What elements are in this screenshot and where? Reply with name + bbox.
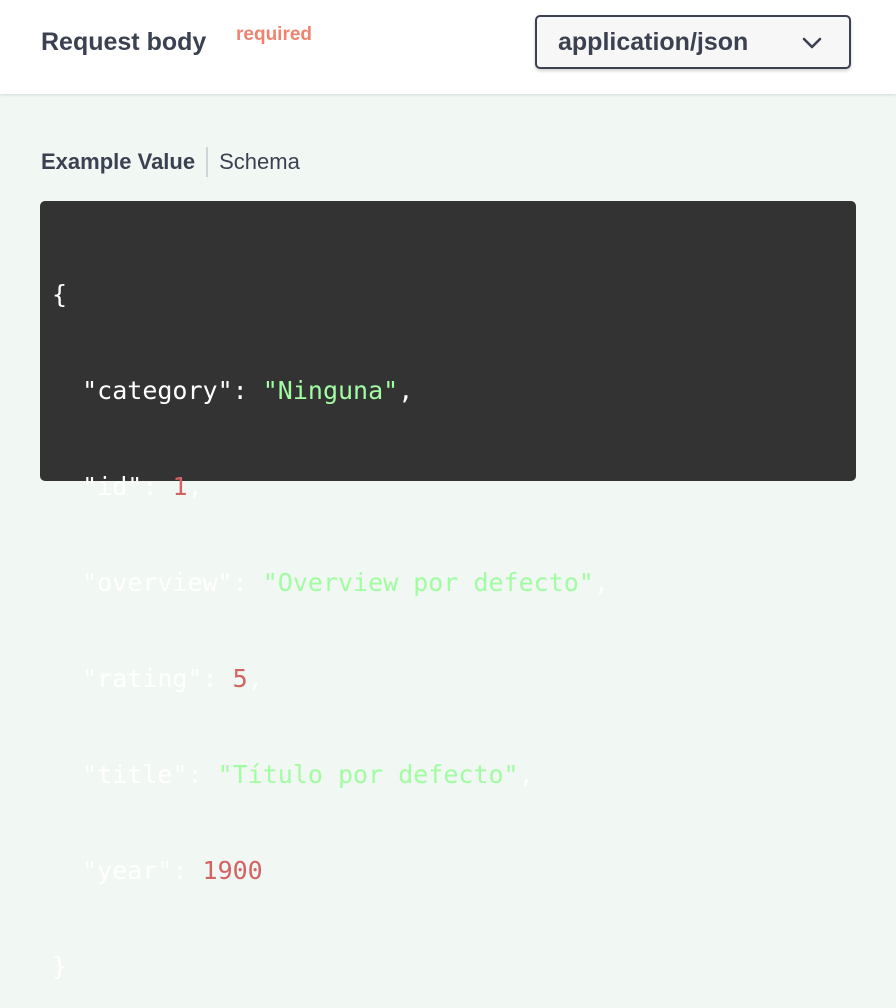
close-brace: } [52,952,68,981]
json-key: "year" [82,856,173,885]
request-body-title: Request body [41,28,207,56]
code-line-title: "title": "Título por defecto", [82,760,534,789]
json-key: "rating" [82,664,203,693]
content-type-select[interactable]: application/json [535,15,851,69]
open-brace: { [52,280,68,309]
chevron-down-icon [802,37,822,49]
json-number-value: 1 [172,472,188,501]
code-line-open: { [52,279,856,311]
json-number-value: 5 [232,664,248,693]
content-type-value: application/json [558,28,749,56]
json-string-value: "Overview por defecto" [262,568,594,597]
json-string-value: "Ninguna" [262,376,399,405]
tab-divider [206,147,209,177]
example-value-code[interactable]: { "category": "Ninguna", "id": 1, "overv… [40,201,856,981]
tab-example-value[interactable]: Example Value [41,148,195,176]
code-line-year: "year": 1900 [82,856,263,885]
json-string-value: "Título por defecto" [217,760,519,789]
code-line-id: "id": 1, [82,472,203,501]
tab-schema[interactable]: Schema [219,148,300,176]
json-key: "id" [82,472,143,501]
code-line-close: } [52,951,856,983]
json-number-value: 1900 [202,856,263,885]
json-key: "category" [82,376,233,405]
code-line-category: "category": "Ninguna", [82,376,414,405]
code-line-rating: "rating": 5, [82,664,263,693]
code-line-overview: "overview": "Overview por defecto", [82,568,609,597]
example-tabs: Example Value Schema [41,147,300,177]
required-label: required [236,24,313,45]
request-body-header: Request body required application/json [0,0,896,94]
json-key: "overview" [82,568,233,597]
json-key: "title" [82,760,188,789]
